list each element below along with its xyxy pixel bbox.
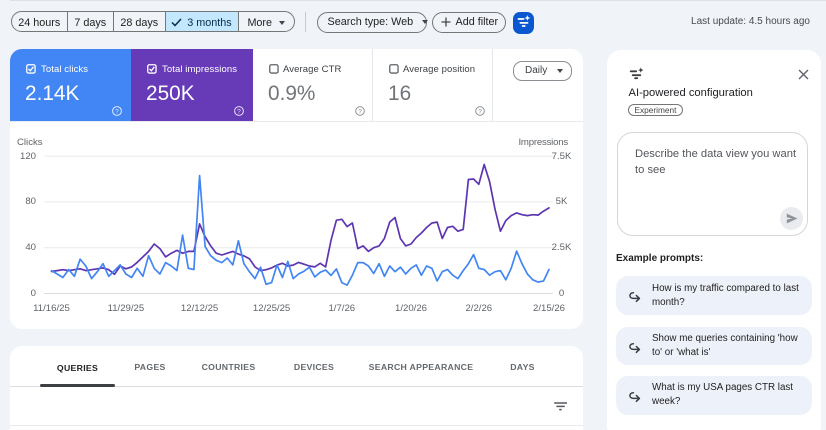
svg-text:?: ? bbox=[237, 108, 241, 115]
svg-text:?: ? bbox=[478, 108, 482, 115]
svg-text:?: ? bbox=[115, 108, 119, 115]
svg-text:?: ? bbox=[358, 108, 362, 115]
